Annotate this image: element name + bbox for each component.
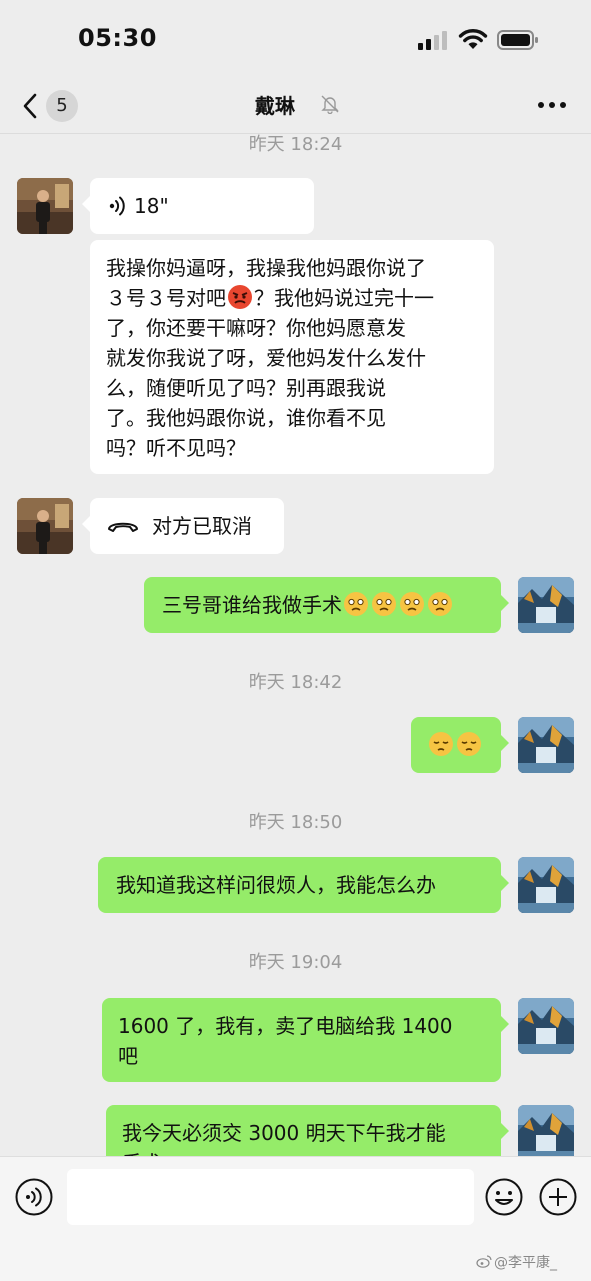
sent-message[interactable]: 我知道我这样问很烦人，我能怎么办 xyxy=(98,857,509,913)
status-time: 05:30 xyxy=(78,24,157,52)
mute-bell-icon xyxy=(321,95,339,114)
battery-icon xyxy=(497,30,538,50)
chat-header: 5 戴琳 xyxy=(0,80,591,132)
unread-count-badge: 5 xyxy=(46,90,78,122)
wifi-icon xyxy=(458,29,488,49)
timestamp: 昨天 18:42 xyxy=(248,672,343,693)
message-input[interactable] xyxy=(67,1169,474,1225)
message-line: 吧 xyxy=(118,1044,138,1068)
pensive-face-emoji-icon xyxy=(457,732,481,756)
my-avatar[interactable] xyxy=(518,717,574,773)
sent-message[interactable]: 我今天必须交 3000 明天下午我才能 手术 xyxy=(106,1105,509,1156)
phone-hangup-icon xyxy=(108,522,138,532)
my-avatar[interactable] xyxy=(518,998,574,1054)
message-line: 手术 xyxy=(122,1148,501,1156)
call-status-text: 对方已取消 xyxy=(152,514,252,538)
message-text: ？我他妈说过完十一 xyxy=(254,286,434,310)
more-options-icon[interactable] xyxy=(535,90,569,120)
watermark: @李平康_ xyxy=(494,1255,557,1271)
sent-message[interactable]: 1600 了，我有，卖了电脑给我 1400 吧 xyxy=(102,998,509,1082)
cellular-signal-icon xyxy=(418,31,447,50)
timestamp: 昨天 19:04 xyxy=(248,952,343,973)
message-line: 么，随便听见了吗？别再跟我说 xyxy=(106,376,386,400)
message-text: 三号哥谁给我做手术 xyxy=(162,593,342,617)
voice-wave-icon xyxy=(109,196,125,216)
sent-message[interactable]: 三号哥谁给我做手术 xyxy=(144,577,509,633)
transcribed-text-message[interactable]: 我操你妈逼呀，我操我他妈跟你说了 ３号３号对吧 ？我他妈说过完十一 了，你还要干嘛… xyxy=(90,240,494,474)
plus-icon[interactable] xyxy=(538,1177,578,1217)
message-line: 1600 了，我有，卖了电脑给我 1400 xyxy=(118,1014,453,1038)
message-line: ３号３号对吧 ？我他妈说过完十一 xyxy=(106,283,478,313)
status-bar: 05:30 xyxy=(0,0,591,80)
my-avatar[interactable] xyxy=(518,577,574,633)
contact-avatar[interactable] xyxy=(17,178,73,234)
voice-message[interactable]: 18" xyxy=(82,178,314,234)
my-avatar[interactable] xyxy=(518,1105,574,1156)
message-line: 了，你还要干嘛呀？你他妈愿意发 xyxy=(106,316,406,340)
weibo-icon xyxy=(476,1255,492,1268)
woozy-face-emoji-icon xyxy=(400,592,424,616)
pensive-face-emoji-icon xyxy=(429,732,453,756)
message-line: 吗？听不见吗？ xyxy=(106,436,246,460)
woozy-face-emoji-icon xyxy=(344,592,368,616)
message-line: 就发你我说了呀，爱他妈发什么发什 xyxy=(106,346,426,370)
contact-avatar[interactable] xyxy=(17,498,73,554)
message-text: 我知道我这样问很烦人，我能怎么办 xyxy=(116,873,436,897)
voice-input-icon[interactable] xyxy=(14,1177,54,1217)
my-avatar[interactable] xyxy=(518,857,574,913)
woozy-face-emoji-icon xyxy=(428,592,452,616)
emoji-picker-icon[interactable] xyxy=(484,1177,524,1217)
timestamp: 昨天 18:24 xyxy=(248,134,343,155)
call-status-message[interactable]: 对方已取消 xyxy=(82,498,284,554)
angry-face-emoji-icon xyxy=(228,285,252,309)
message-line: 了。我他妈跟你说，谁你看不见 xyxy=(106,406,386,430)
message-list[interactable]: 昨天 18:24 18" 我操你妈逼呀，我操我他妈跟你说了 ３号３号对吧 ？我他妈… xyxy=(0,134,591,1156)
message-line: 我操你妈逼呀，我操我他妈跟你说了 xyxy=(106,256,426,280)
chevron-left-icon xyxy=(23,93,37,119)
woozy-face-emoji-icon xyxy=(372,592,396,616)
sent-message[interactable] xyxy=(411,717,509,773)
back-button[interactable]: 5 xyxy=(20,88,80,124)
voice-duration: 18" xyxy=(134,194,169,218)
timestamp: 昨天 18:50 xyxy=(248,812,343,833)
message-line: 我今天必须交 3000 明天下午我才能 xyxy=(122,1121,446,1145)
message-text: ３号３号对吧 xyxy=(106,286,226,310)
